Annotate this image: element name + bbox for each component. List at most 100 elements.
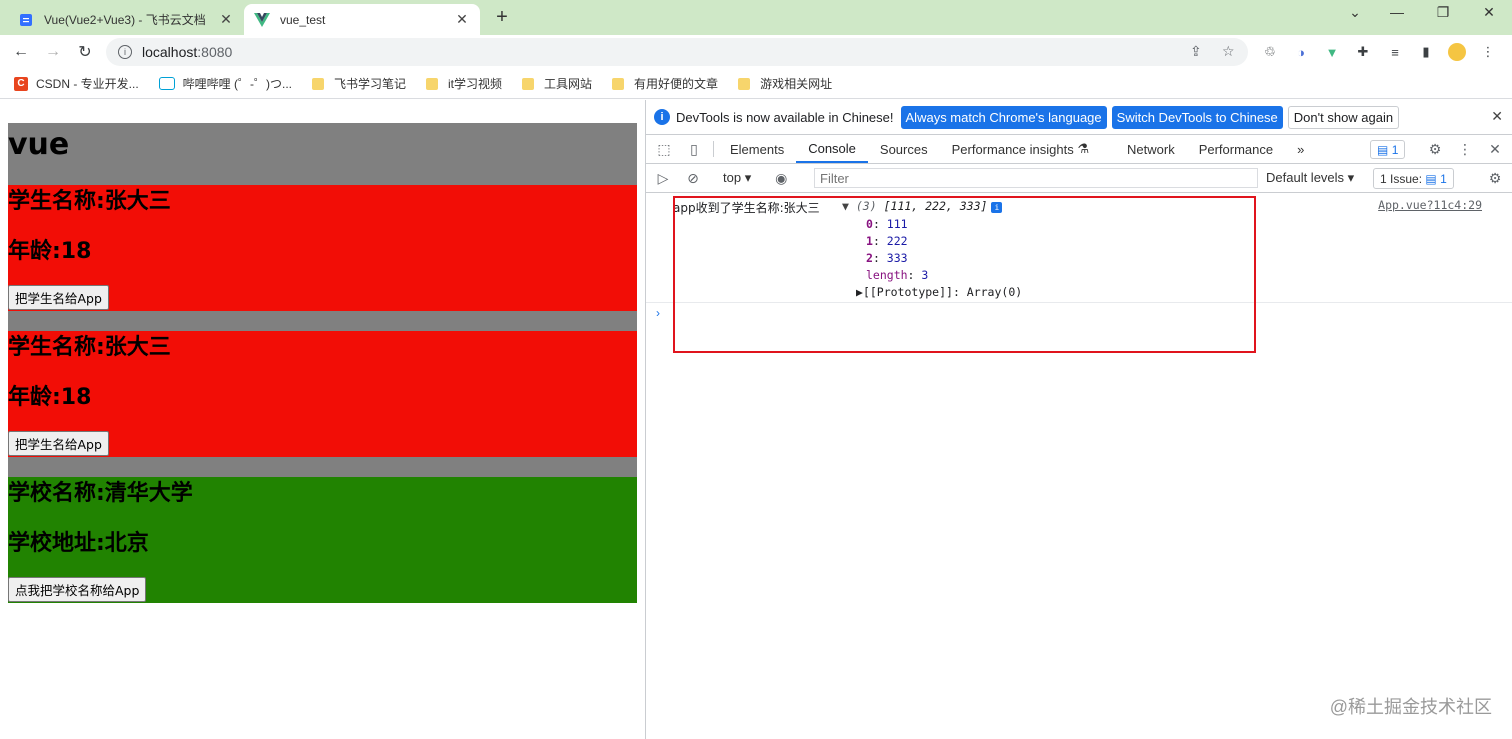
devtools-language-infobar: i DevTools is now available in Chinese! … — [646, 100, 1512, 135]
tab-title: vue_test — [280, 12, 326, 27]
app-title: vue — [8, 127, 70, 162]
close-icon[interactable]: ✕ — [1491, 108, 1503, 125]
sidebar-toggle-icon[interactable]: ▷ — [648, 170, 678, 187]
spacer — [8, 311, 637, 331]
bookmark-folder[interactable]: it学习视频 — [426, 75, 502, 92]
log-levels-dropdown[interactable]: Default levels ▾ — [1266, 170, 1354, 186]
extension-icon[interactable]: ◑ — [1292, 43, 1310, 61]
tab-console[interactable]: Console — [796, 135, 868, 163]
puzzle-extensions-icon[interactable]: ✚ — [1354, 43, 1372, 61]
bookmarks-bar: C CSDN - 专业开发... 哔哩哔哩 (゜-゜)つ... 飞书学习笔记 it… — [0, 69, 1512, 99]
more-menu-icon[interactable]: ⋮ — [1479, 43, 1497, 61]
devtools-tab-bar: ⬚ ▯ Elements Console Sources Performance… — [646, 135, 1512, 164]
send-student-name-button[interactable]: 把学生名给App — [8, 431, 109, 456]
vue-devtools-icon[interactable]: ▼ — [1323, 43, 1341, 61]
tab-performance-insights[interactable]: Performance insights ⚗ — [940, 135, 1101, 163]
tab-performance[interactable]: Performance — [1187, 135, 1285, 163]
folder-icon — [612, 77, 625, 90]
school-address: 学校地址:北京 — [8, 531, 149, 556]
forward-button[interactable]: → — [41, 40, 65, 64]
console-prompt-chevron-icon[interactable]: › — [656, 306, 660, 320]
close-icon[interactable]: ✕ — [454, 11, 470, 28]
divider — [713, 141, 714, 157]
bookmark-folder[interactable]: 有用好便的文章 — [612, 75, 718, 92]
csdn-icon: C — [14, 76, 28, 91]
avatar[interactable] — [1448, 43, 1466, 61]
browser-toolbar: ← → ↻ i localhost:8080 ⇪ ☆ ♲ ◑ ▼ ✚ ≡ ▮ ⋮ — [0, 35, 1512, 69]
send-school-name-button[interactable]: 点我把学校名称给App — [8, 577, 147, 602]
dont-show-again-button[interactable]: Don't show again — [1287, 105, 1400, 129]
recycle-extension-icon[interactable]: ♲ — [1261, 43, 1279, 61]
bookmark-bilibili[interactable]: 哔哩哔哩 (゜-゜)つ... — [158, 75, 292, 92]
window-close-button[interactable]: ✕ — [1474, 4, 1504, 21]
clear-console-icon[interactable]: ⊘ — [678, 170, 708, 187]
bookmark-csdn[interactable]: C CSDN - 专业开发... — [14, 75, 139, 92]
device-toolbar-icon[interactable]: ▯ — [679, 135, 709, 163]
student-age: 年龄:18 — [8, 239, 92, 264]
back-button[interactable]: ← — [9, 40, 33, 64]
issues-button[interactable]: 1 Issue: ▤ 1 — [1373, 168, 1454, 189]
vue-logo-icon — [254, 12, 270, 28]
close-devtools-icon[interactable]: ✕ — [1480, 135, 1510, 164]
always-match-language-button[interactable]: Always match Chrome's language — [900, 105, 1107, 129]
watermark: @稀土掘金技术社区 — [1329, 697, 1492, 717]
kebab-menu-icon[interactable]: ⋮ — [1450, 135, 1480, 164]
tab-title: Vue(Vue2+Vue3) - 飞书云文档 — [44, 13, 206, 27]
bookmark-folder[interactable]: 游戏相关网址 — [738, 75, 832, 92]
switch-to-chinese-button[interactable]: Switch DevTools to Chinese — [1111, 105, 1283, 129]
page-viewport: vue 学生名称:张大三 年龄:18 把学生名给App 学生名称:张大三 年龄:… — [0, 100, 645, 739]
inspect-element-icon[interactable]: ⬚ — [649, 135, 679, 163]
browser-tab-feishu[interactable]: Vue(Vue2+Vue3) - 飞书云文档 ✕ — [8, 4, 244, 35]
student-component: 学生名称:张大三 年龄:18 把学生名给App — [8, 185, 637, 311]
log-source-link[interactable]: App.vue?11c4:29 — [1378, 198, 1482, 212]
student-name: 学生名称:张大三 — [8, 189, 171, 214]
new-tab-button[interactable]: + — [490, 6, 514, 29]
flask-icon: ⚗ — [1077, 141, 1090, 156]
bookmark-folder[interactable]: 飞书学习笔记 — [312, 75, 406, 92]
send-student-name-button[interactable]: 把学生名给App — [8, 285, 109, 310]
infobar-message: DevTools is now available in Chinese! — [676, 109, 894, 125]
doc-icon — [18, 12, 34, 28]
tab-elements[interactable]: Elements — [718, 135, 796, 163]
browser-tab-vue-test[interactable]: vue_test ✕ — [244, 4, 480, 35]
tab-sources[interactable]: Sources — [868, 135, 940, 163]
share-icon[interactable]: ⇪ — [1190, 43, 1202, 60]
highlight-annotation-box — [673, 196, 1256, 353]
tab-strip: Vue(Vue2+Vue3) - 飞书云文档 ✕ vue_test ✕ + ⌄ … — [0, 0, 1512, 35]
media-control-icon[interactable]: ≡ — [1386, 43, 1404, 61]
student-name: 学生名称:张大三 — [8, 335, 171, 360]
bookmark-folder[interactable]: 工具网站 — [522, 75, 592, 92]
app-root: vue 学生名称:张大三 年龄:18 把学生名给App 学生名称:张大三 年龄:… — [8, 123, 637, 603]
url-text: localhost:8080 — [142, 44, 233, 60]
context-selector[interactable]: top ▾ — [717, 170, 757, 186]
maximize-button[interactable]: ❐ — [1428, 4, 1458, 21]
reload-button[interactable]: ↻ — [73, 40, 97, 64]
chevron-down-icon[interactable]: ⌄ — [1340, 4, 1370, 21]
spacer — [8, 457, 637, 477]
messages-badge[interactable]: ▤ 1 — [1370, 140, 1406, 159]
close-icon[interactable]: ✕ — [218, 11, 234, 28]
address-bar[interactable]: i localhost:8080 — [106, 38, 1248, 66]
minimize-button[interactable]: — — [1382, 4, 1412, 20]
school-component: 学校名称:清华大学 学校地址:北京 点我把学校名称给App — [8, 477, 637, 603]
console-toolbar: ▷ ⊘ top ▾ ◉ Default levels ▾ 1 Issue: ▤ … — [646, 164, 1512, 193]
folder-icon — [522, 77, 535, 90]
eye-icon[interactable]: ◉ — [766, 170, 796, 187]
bookmark-star-icon[interactable]: ☆ — [1222, 43, 1235, 60]
folder-icon — [312, 77, 324, 90]
school-name: 学校名称:清华大学 — [8, 481, 193, 506]
folder-icon — [426, 77, 439, 90]
console-settings-gear-icon[interactable]: ⚙ — [1480, 164, 1510, 193]
message-icon: ▤ — [1377, 142, 1389, 157]
side-panel-icon[interactable]: ▮ — [1417, 43, 1435, 61]
more-tabs-icon[interactable]: » — [1285, 135, 1316, 163]
student-component: 学生名称:张大三 年龄:18 把学生名给App — [8, 331, 637, 457]
student-age: 年龄:18 — [8, 385, 92, 410]
folder-icon — [738, 77, 751, 90]
tab-network[interactable]: Network — [1115, 135, 1187, 163]
info-icon: i — [654, 109, 670, 125]
gear-icon[interactable]: ⚙ — [1420, 135, 1450, 164]
bilibili-icon — [158, 77, 175, 90]
console-filter-input[interactable] — [814, 168, 1258, 188]
site-info-icon[interactable]: i — [118, 45, 132, 59]
